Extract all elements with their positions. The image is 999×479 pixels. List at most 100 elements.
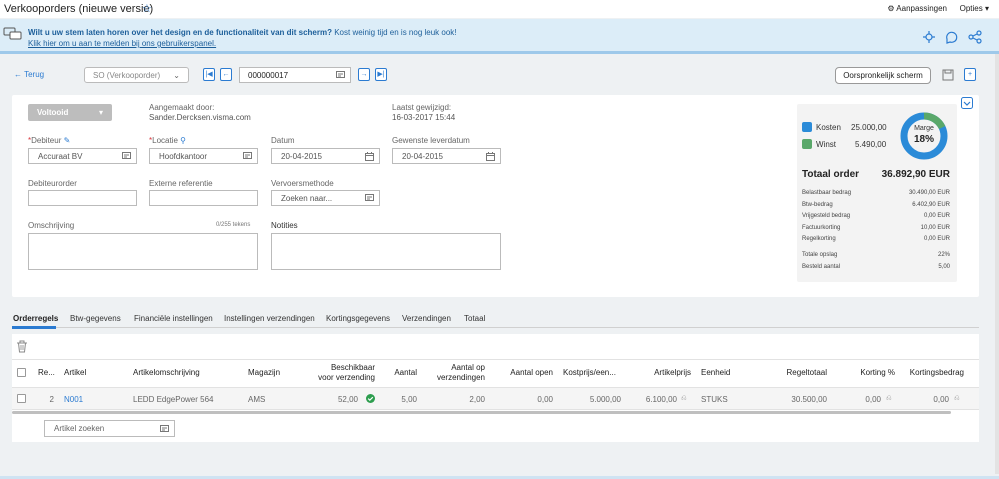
original-screen-button[interactable]: Oorspronkelijk scherm: [835, 67, 931, 84]
column-header[interactable]: Artikel: [64, 368, 86, 377]
banner-question: Wilt u uw stem laten horen over het desi…: [28, 28, 332, 37]
carrier-placeholder: Zoeken naar...: [281, 194, 333, 203]
cell-qty-open: 0,00: [537, 395, 553, 404]
summary-line-value: 0,00 EUR: [923, 236, 950, 242]
select-all-checkbox[interactable]: [17, 368, 26, 377]
created-by-value: Sander.Dercksen.visma.com: [149, 113, 251, 122]
debtor-order-label: Debiteurorder: [28, 179, 77, 188]
tab-4[interactable]: Kortingsgegevens: [326, 314, 390, 323]
trash-icon[interactable]: [16, 340, 28, 353]
order-number-field[interactable]: 000000017: [239, 67, 351, 83]
discount-pct-override-icon[interactable]: ⎌: [886, 395, 892, 403]
lookup-icon[interactable]: [336, 71, 345, 80]
summary-line-label: Btw-bedrag: [802, 201, 833, 208]
column-header[interactable]: Aantal op: [430, 363, 485, 372]
tab-2[interactable]: Financiële instellingen: [134, 314, 213, 323]
item-search-input[interactable]: Artikel zoeken: [44, 420, 175, 437]
add-icon[interactable]: +: [964, 68, 976, 81]
back-label: Terug: [24, 70, 45, 79]
debtor-order-field[interactable]: [28, 190, 137, 206]
chat-bubbles-icon: [3, 27, 22, 40]
column-header[interactable]: Regeltotaal: [770, 368, 827, 377]
previous-record-icon[interactable]: ←: [220, 68, 232, 81]
debtor-value: Accuraat BV: [38, 152, 83, 161]
edit-pencil-icon: ✎: [63, 136, 71, 145]
location-field[interactable]: Hoofdkantoor: [149, 148, 258, 164]
summary-line-value: 6.402,90 EUR: [912, 201, 950, 208]
tab-5[interactable]: Verzendingen: [402, 314, 451, 323]
calendar-icon[interactable]: [365, 152, 374, 161]
customize-icon: ⚙: [887, 4, 895, 13]
back-link[interactable]: ← Terug: [14, 70, 44, 79]
cell-discount-amount: 0,00: [933, 395, 949, 404]
costs-label: Kosten: [816, 123, 841, 132]
column-header[interactable]: Kortingsbedrag: [905, 368, 964, 377]
debtor-field[interactable]: Accuraat BV: [28, 148, 137, 164]
options-label: Opties: [959, 4, 983, 13]
carrier-field[interactable]: Zoeken naar...: [271, 190, 380, 206]
horizontal-scrollbar[interactable]: [12, 411, 951, 414]
date-field[interactable]: 20-04-2015: [271, 148, 380, 164]
next-record-icon[interactable]: →: [358, 68, 370, 81]
banner-link[interactable]: Klik hier om u aan te melden bij ons geb…: [28, 39, 216, 48]
column-header[interactable]: Magazijn: [248, 368, 280, 377]
summary-line-label: Vrijgesteld bedrag: [802, 213, 851, 219]
lookup-icon[interactable]: [160, 425, 169, 434]
tab-6[interactable]: Totaal: [464, 314, 485, 323]
margin-label: Marge: [914, 125, 934, 132]
date-label: Datum: [271, 136, 295, 145]
tab-0[interactable]: Orderregels: [13, 314, 58, 323]
column-header[interactable]: Aantal: [380, 368, 417, 377]
delivery-date-field[interactable]: 20-04-2015: [392, 148, 501, 164]
favorite-star-icon[interactable]: ☆: [142, 2, 152, 15]
lookup-icon[interactable]: [365, 194, 374, 203]
profit-legend-swatch: [802, 139, 812, 149]
lookup-icon[interactable]: [243, 152, 252, 161]
save-icon[interactable]: [942, 69, 954, 81]
order-type-value: SO (Verkooporder): [93, 71, 161, 80]
description-label: Omschrijving: [28, 221, 75, 230]
options-menu[interactable]: Opties ▾: [960, 4, 989, 13]
column-header[interactable]: Artikelprijs: [630, 368, 691, 377]
help-bubble-icon[interactable]: [945, 30, 959, 44]
column-header[interactable]: Kostprijs/een...: [563, 368, 616, 377]
cell-available: 52,00: [337, 395, 358, 404]
vertical-scrollbar[interactable]: [995, 54, 999, 474]
calendar-icon[interactable]: [486, 152, 495, 161]
date-value: 20-04-2015: [281, 152, 322, 161]
column-header[interactable]: verzendingen: [430, 373, 485, 382]
workflow-icon[interactable]: [922, 30, 936, 44]
cell-warehouse: AMS: [248, 395, 266, 404]
column-header[interactable]: Korting %: [850, 368, 895, 377]
external-reference-field[interactable]: [149, 190, 258, 206]
delivery-date-value: 20-04-2015: [402, 152, 443, 161]
profit-value: 5.490,00: [855, 140, 887, 149]
collapse-chevron-icon[interactable]: [961, 97, 973, 109]
column-header[interactable]: Aantal open: [500, 368, 553, 377]
description-textarea[interactable]: [28, 233, 258, 270]
column-header[interactable]: Artikelomschrijving: [133, 368, 200, 377]
lookup-icon[interactable]: [122, 152, 131, 161]
status-dropdown[interactable]: Voltooid ▾: [28, 104, 112, 121]
location-pin-icon: ⚲: [180, 136, 187, 145]
customizations-link[interactable]: ⚙ Aanpassingen: [887, 4, 947, 13]
column-header[interactable]: Re...: [38, 368, 55, 377]
cell-item-link[interactable]: N001: [64, 395, 83, 404]
column-header[interactable]: Beschikbaar: [316, 363, 375, 372]
tab-1[interactable]: Btw-gegevens: [70, 314, 121, 323]
cell-qty: 5,00: [401, 395, 417, 404]
summary-extra-value: 5,00: [938, 263, 950, 270]
tab-3[interactable]: Instellingen verzendingen: [224, 314, 315, 323]
last-record-icon[interactable]: ▶|: [375, 68, 387, 81]
column-header[interactable]: voor verzending: [316, 373, 375, 382]
share-icon[interactable]: [968, 30, 982, 44]
banner-text: Wilt u uw stem laten horen over het desi…: [28, 28, 457, 37]
notes-textarea[interactable]: [271, 233, 501, 270]
order-type-select[interactable]: SO (Verkooporder) ⌄: [84, 67, 189, 83]
description-counter: 0/255 tekens: [216, 222, 251, 228]
column-header[interactable]: Eenheid: [701, 368, 730, 377]
first-record-icon[interactable]: |◀: [203, 68, 215, 81]
row-checkbox[interactable]: [17, 394, 26, 403]
price-override-icon[interactable]: ⎌: [681, 395, 687, 403]
discount-amount-override-icon[interactable]: ⎌: [954, 395, 960, 403]
